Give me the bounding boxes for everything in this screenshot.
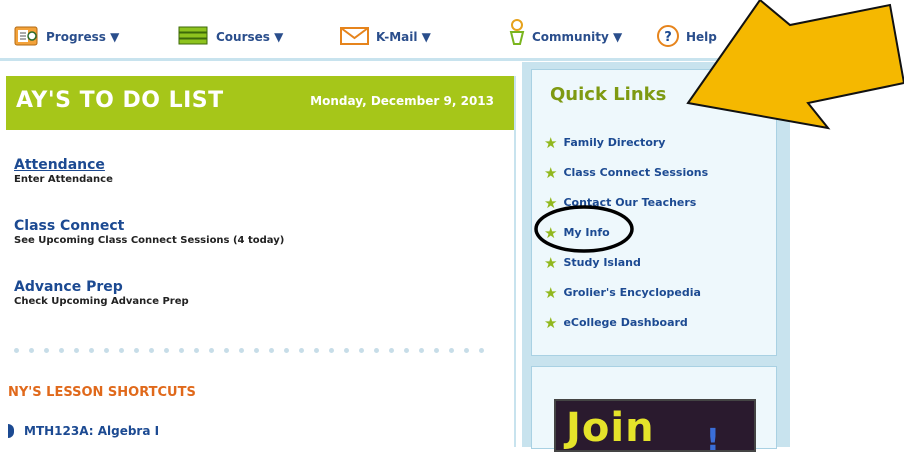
nav-community[interactable]: Community ▼ [508,18,623,49]
quick-link-label: Study Island [563,256,641,269]
nav-help-label: Help [686,30,717,44]
task-subtitle-class-connect: See Upcoming Class Connect Sessions (4 t… [14,235,285,246]
task-attendance: Attendance Enter Attendance [14,157,113,185]
envelope-icon [340,26,370,49]
quick-links-panel: Quick Links ★ Family Directory ★ Class C… [531,69,777,356]
courses-icon [178,26,210,49]
column-divider [514,76,516,447]
star-icon: ★ [544,163,558,182]
quick-link-ecollege-dashboard[interactable]: ★ eCollege Dashboard [544,313,688,332]
dotted-divider [14,348,484,353]
lesson-shortcuts-title: NY'S LESSON SHORTCUTS [8,385,196,400]
task-title-class-connect[interactable]: Class Connect [14,218,284,234]
svg-text:?: ? [664,30,672,45]
todo-title: AY'S TO DO LIST [16,88,224,113]
star-icon: ★ [544,193,558,212]
quick-link-label: Contact Our Teachers [563,196,697,209]
nav-community-label: Community ▼ [532,30,623,44]
course-shortcut[interactable]: MTH123A: Algebra I [8,424,159,438]
join-banner[interactable]: Join ! [554,399,756,452]
nav-courses[interactable]: Courses ▼ [178,26,283,48]
community-icon [508,18,526,49]
task-class-connect: Class Connect See Upcoming Class Connect… [14,218,284,246]
promo-panel: Join ! [531,366,777,452]
task-advance-prep: Advance Prep Check Upcoming Advance Prep [14,279,189,307]
course-bullet-icon [8,424,14,438]
quick-link-groliers-encyclopedia[interactable]: ★ Grolier's Encyclopedia [544,283,701,302]
star-icon: ★ [544,133,558,152]
nav-courses-label: Courses ▼ [216,30,284,44]
nav-kmail[interactable]: K-Mail ▼ [340,26,431,48]
nav-divider [0,58,790,61]
star-icon: ★ [544,283,558,302]
quick-links-title: Quick Links [550,84,667,105]
join-text: Join [566,405,655,451]
quick-link-class-connect-sessions[interactable]: ★ Class Connect Sessions [544,163,709,182]
star-icon: ★ [544,223,558,242]
star-icon: ★ [544,253,558,272]
todo-date: Monday, December 9, 2013 [310,94,494,108]
quick-link-label: My Info [563,226,610,239]
join-decoration: ! [706,423,720,452]
nav-progress-label: Progress ▼ [46,30,120,44]
task-title-attendance[interactable]: Attendance [14,157,113,173]
quick-link-study-island[interactable]: ★ Study Island [544,253,641,272]
quick-link-label: Family Directory [563,136,666,149]
task-subtitle-advance-prep: Check Upcoming Advance Prep [14,296,189,307]
todo-header: AY'S TO DO LIST Monday, December 9, 2013 [6,76,514,130]
help-icon: ? [656,24,680,51]
star-icon: ★ [544,313,558,332]
progress-icon [14,25,40,50]
nav-kmail-label: K-Mail ▼ [376,30,431,44]
quick-link-contact-teachers[interactable]: ★ Contact Our Teachers [544,193,697,212]
top-navigation: Progress ▼ Courses ▼ K-Mail ▼ Community … [0,0,904,61]
quick-link-family-directory[interactable]: ★ Family Directory [544,133,666,152]
task-subtitle-attendance: Enter Attendance [14,174,113,185]
course-label: MTH123A: Algebra I [24,424,160,438]
quick-link-label: eCollege Dashboard [563,316,688,329]
quick-link-label: Grolier's Encyclopedia [563,286,701,299]
quick-link-my-info[interactable]: ★ My Info [544,223,610,242]
nav-help[interactable]: ? Help [656,24,717,51]
task-title-advance-prep[interactable]: Advance Prep [14,279,189,295]
nav-progress[interactable]: Progress ▼ [14,26,119,48]
quick-link-label: Class Connect Sessions [563,166,709,179]
